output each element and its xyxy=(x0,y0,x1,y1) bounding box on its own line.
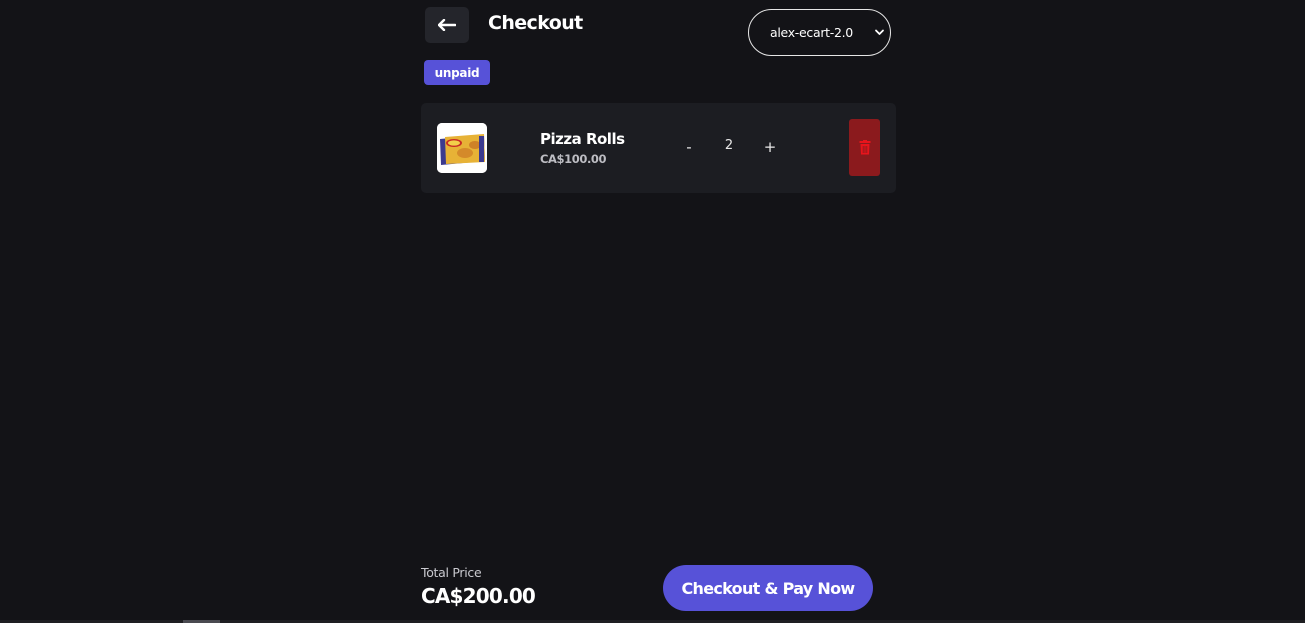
account-select-value: alex-ecart-2.0 xyxy=(770,25,853,40)
page-title: Checkout xyxy=(488,12,583,34)
cart-item: Pizza Rolls CA$100.00 - 2 + xyxy=(421,103,896,193)
product-image xyxy=(437,123,487,173)
checkout-page: Checkout alex-ecart-2.0 unpaid Pizza Rol… xyxy=(0,0,1305,623)
product-package-image xyxy=(437,123,487,173)
increase-quantity-button[interactable]: + xyxy=(760,137,780,157)
checkout-pay-button[interactable]: Checkout & Pay Now xyxy=(663,565,873,611)
quantity-value: 2 xyxy=(724,138,734,153)
trash-icon xyxy=(859,140,870,155)
chevron-down-icon xyxy=(875,29,884,35)
decrease-quantity-button[interactable]: - xyxy=(679,137,699,157)
back-button[interactable] xyxy=(425,7,469,43)
total-price-value: CA$200.00 xyxy=(421,584,536,608)
account-select[interactable]: alex-ecart-2.0 xyxy=(748,9,891,56)
product-name: Pizza Rolls xyxy=(540,130,625,148)
status-badge: unpaid xyxy=(424,60,490,85)
product-price: CA$100.00 xyxy=(540,152,607,166)
arrow-left-icon xyxy=(438,19,456,31)
total-price-label: Total Price xyxy=(421,565,482,580)
delete-item-button[interactable] xyxy=(849,119,880,176)
